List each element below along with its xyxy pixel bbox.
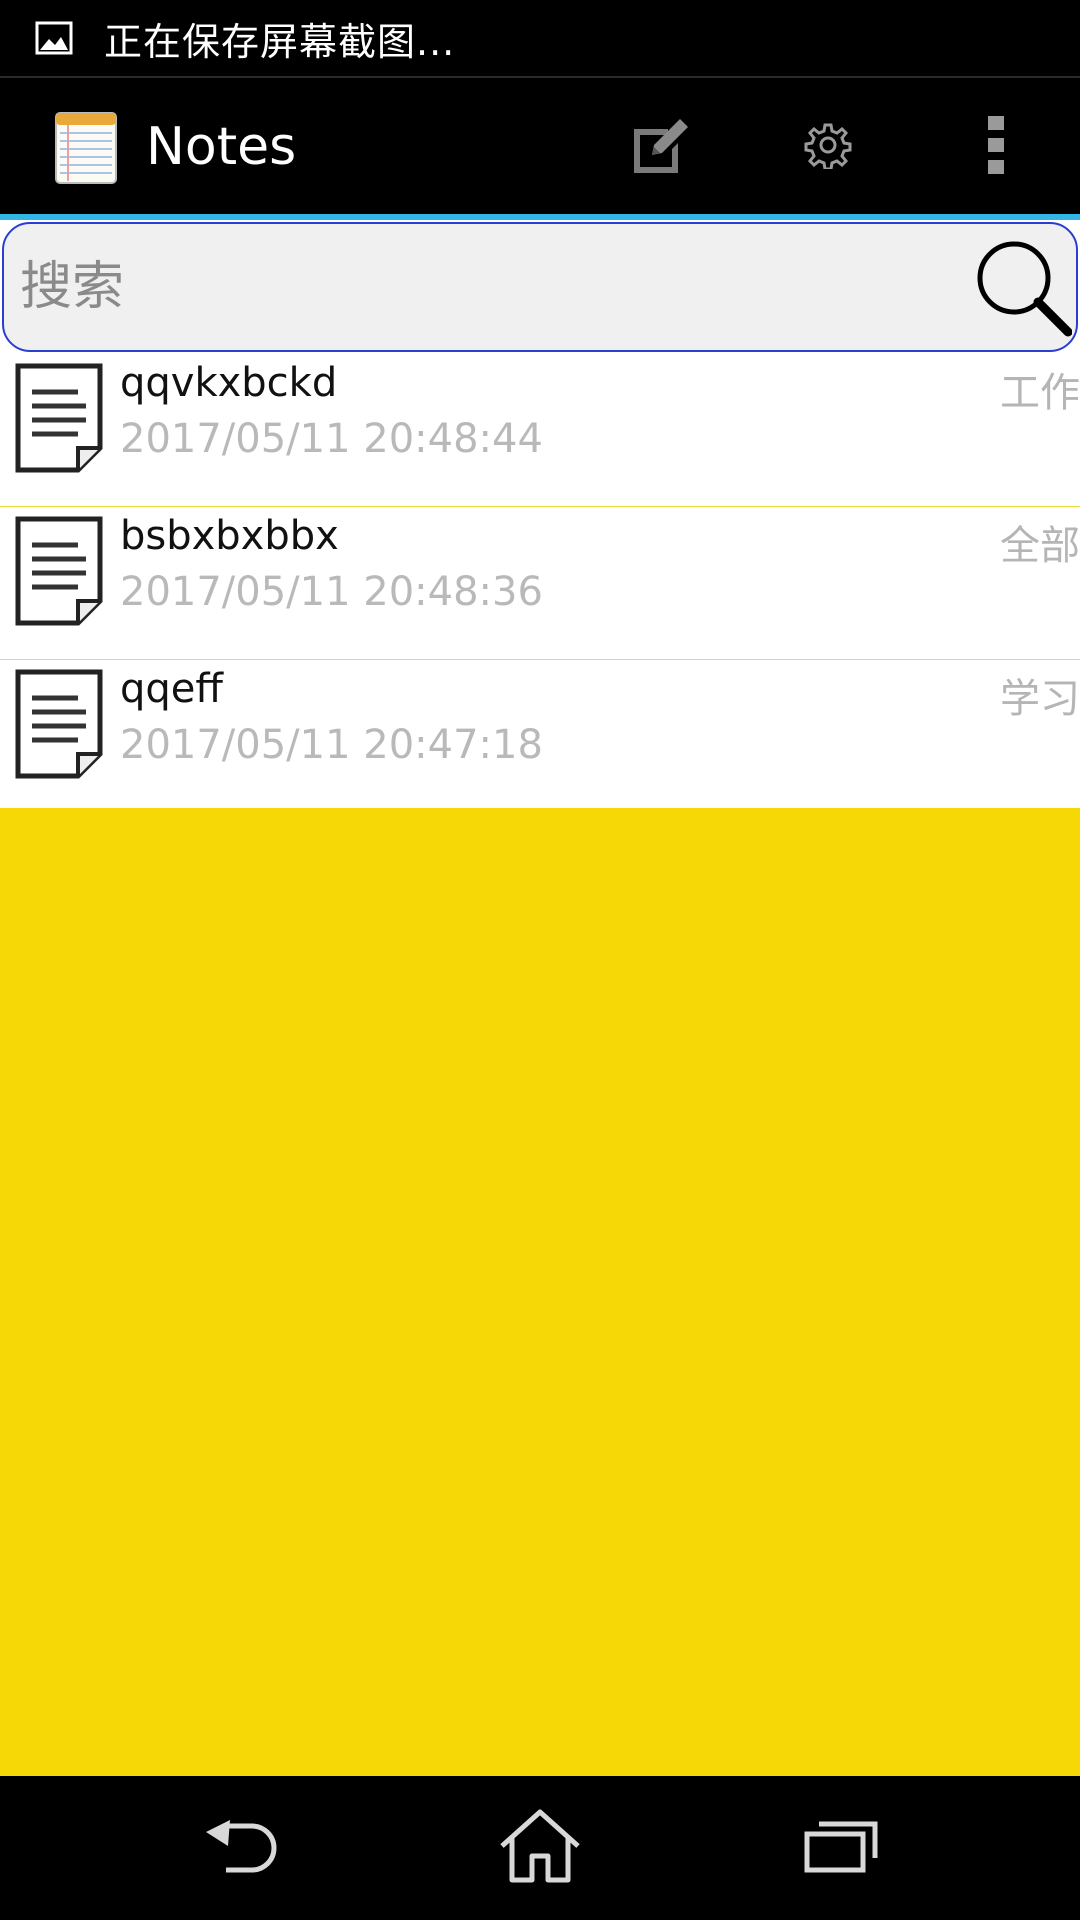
- search-bar: [0, 220, 1080, 354]
- recents-icon: [803, 1818, 879, 1878]
- back-button[interactable]: [187, 1798, 297, 1898]
- list-item[interactable]: qqvkxbckd 2017/05/11 20:48:44 工作: [0, 354, 1080, 507]
- document-icon: [14, 515, 104, 627]
- document-icon: [14, 668, 104, 780]
- overflow-menu-button[interactable]: [936, 78, 1056, 216]
- back-icon: [202, 1816, 282, 1880]
- note-time: 2017/05/11 20:48:44: [120, 416, 543, 462]
- home-icon: [498, 1808, 582, 1888]
- action-bar: Notes: [0, 76, 1080, 216]
- note-time: 2017/05/11 20:47:18: [120, 722, 543, 768]
- list-item[interactable]: bsbxbxbbx 2017/05/11 20:48:36 全部: [0, 507, 1080, 660]
- note-title: qqvkxbckd: [120, 360, 338, 406]
- note-category: 学习: [1000, 676, 1080, 722]
- settings-button[interactable]: [768, 78, 888, 216]
- list-background: [0, 808, 1080, 1776]
- home-button[interactable]: [485, 1798, 595, 1898]
- notepad-icon: [54, 109, 118, 185]
- overflow-menu-icon: [986, 114, 1006, 180]
- status-text: 正在保存屏幕截图...: [104, 19, 456, 64]
- search-icon[interactable]: [972, 238, 1073, 338]
- recents-button[interactable]: [786, 1798, 896, 1898]
- note-category: 全部: [1000, 523, 1080, 569]
- compose-button[interactable]: [600, 78, 720, 216]
- document-icon: [14, 362, 104, 474]
- settings-icon: [804, 121, 852, 173]
- search-input[interactable]: [18, 246, 952, 328]
- status-bar: 正在保存屏幕截图...: [0, 0, 1080, 76]
- note-time: 2017/05/11 20:48:36: [120, 569, 543, 615]
- note-title: bsbxbxbbx: [120, 513, 339, 559]
- navigation-bar: [0, 1776, 1080, 1920]
- app-title: Notes: [146, 117, 297, 177]
- compose-icon: [628, 115, 692, 179]
- list-item[interactable]: qqeff 2017/05/11 20:47:18 学习: [0, 660, 1080, 812]
- notes-list: qqvkxbckd 2017/05/11 20:48:44 工作 bsbxbxb…: [0, 354, 1080, 812]
- note-title: qqeff: [120, 666, 223, 712]
- search-box: [2, 222, 1078, 352]
- note-category: 工作: [1000, 370, 1080, 416]
- screenshot-image-icon: [34, 18, 74, 58]
